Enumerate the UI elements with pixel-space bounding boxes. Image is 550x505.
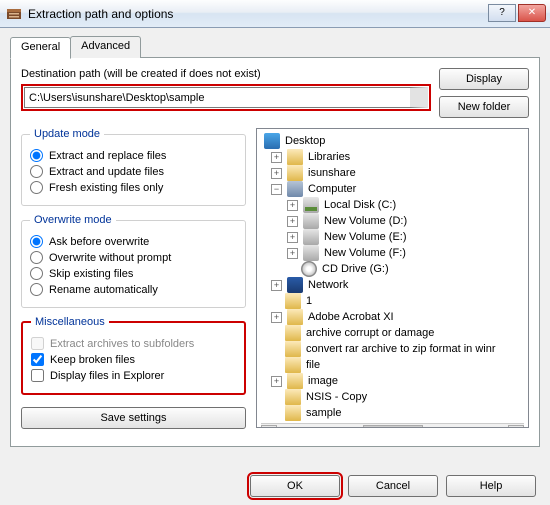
- close-button[interactable]: ✕: [518, 4, 546, 22]
- tree-drive-c[interactable]: Local Disk (C:): [322, 197, 396, 213]
- overwrite-opt-without[interactable]: Overwrite without prompt: [30, 251, 237, 264]
- expander-icon[interactable]: +: [287, 216, 298, 227]
- expander-icon[interactable]: +: [271, 376, 282, 387]
- help-button[interactable]: Help: [446, 475, 536, 497]
- expander-icon[interactable]: +: [287, 232, 298, 243]
- overwrite-mode-group: Overwrite mode Ask before overwrite Over…: [21, 214, 246, 308]
- tree-1[interactable]: 1: [304, 293, 312, 309]
- tree-nsis[interactable]: NSIS - Copy: [304, 389, 367, 405]
- tree-image[interactable]: image: [306, 373, 338, 389]
- scroll-thumb[interactable]: [363, 425, 423, 429]
- scroll-left-icon[interactable]: ◄: [261, 425, 277, 429]
- dialog-footer: OK Cancel Help: [250, 475, 536, 497]
- radio-rename-auto[interactable]: [30, 283, 43, 296]
- radio-ask-before[interactable]: [30, 235, 43, 248]
- check-keep-broken[interactable]: [31, 353, 44, 366]
- folder-icon: [287, 309, 303, 325]
- radio-extract-replace[interactable]: [30, 149, 43, 162]
- update-mode-legend: Update mode: [30, 128, 104, 140]
- display-button[interactable]: Display: [439, 68, 529, 90]
- folder-icon: [287, 149, 303, 165]
- folder-icon: [285, 389, 301, 405]
- miscellaneous-group: Miscellaneous Extract archives to subfol…: [21, 316, 246, 395]
- overwrite-opt-rename[interactable]: Rename automatically: [30, 283, 237, 296]
- radio-without-prompt[interactable]: [30, 251, 43, 264]
- tab-advanced[interactable]: Advanced: [70, 36, 141, 58]
- tree-drive-g[interactable]: CD Drive (G:): [320, 261, 389, 277]
- horizontal-scrollbar[interactable]: ◄ ►: [261, 423, 524, 428]
- tree-file[interactable]: file: [304, 357, 320, 373]
- drive-icon: [303, 229, 319, 245]
- path-highlight: [21, 84, 431, 111]
- save-settings-button[interactable]: Save settings: [21, 407, 246, 429]
- tree-drive-e[interactable]: New Volume (E:): [322, 229, 407, 245]
- window-body: General Advanced Destination path (will …: [0, 28, 550, 505]
- expander-icon[interactable]: −: [271, 184, 282, 195]
- update-opt-replace[interactable]: Extract and replace files: [30, 149, 237, 162]
- check-extract-subfolders: [31, 337, 44, 350]
- tree-convert[interactable]: convert rar archive to zip format in win…: [304, 341, 496, 357]
- tab-strip: General Advanced: [10, 36, 540, 58]
- app-icon: [6, 6, 22, 22]
- expander-icon[interactable]: +: [271, 152, 282, 163]
- folder-icon: [285, 357, 301, 373]
- scroll-right-icon[interactable]: ►: [508, 425, 524, 429]
- expander-icon[interactable]: +: [271, 168, 282, 179]
- expander-icon[interactable]: +: [287, 200, 298, 211]
- drive-icon: [303, 245, 319, 261]
- tree-network[interactable]: Network: [306, 277, 348, 293]
- folder-tree[interactable]: Desktop +Libraries +isunshare −Computer …: [256, 128, 529, 428]
- expander-icon[interactable]: +: [287, 248, 298, 259]
- desktop-icon: [264, 133, 280, 149]
- overwrite-opt-ask[interactable]: Ask before overwrite: [30, 235, 237, 248]
- tree-libraries[interactable]: Libraries: [306, 149, 350, 165]
- computer-icon: [287, 181, 303, 197]
- check-display-explorer[interactable]: [31, 369, 44, 382]
- cancel-button[interactable]: Cancel: [348, 475, 438, 497]
- misc-opt-keep-broken[interactable]: Keep broken files: [31, 353, 236, 366]
- window-controls: ? ✕: [488, 4, 546, 24]
- tree-desktop[interactable]: Desktop: [283, 133, 325, 149]
- update-mode-group: Update mode Extract and replace files Ex…: [21, 128, 246, 206]
- folder-icon: [287, 165, 303, 181]
- update-opt-fresh[interactable]: Fresh existing files only: [30, 181, 237, 194]
- cd-drive-icon: [301, 261, 317, 277]
- folder-icon: [285, 325, 301, 341]
- ok-button[interactable]: OK: [250, 475, 340, 497]
- tree-computer[interactable]: Computer: [306, 181, 356, 197]
- tree-drive-f[interactable]: New Volume (F:): [322, 245, 406, 261]
- expander-icon[interactable]: +: [271, 312, 282, 323]
- network-icon: [287, 277, 303, 293]
- destination-label: Destination path (will be created if doe…: [21, 68, 431, 80]
- new-folder-button[interactable]: New folder: [439, 96, 529, 118]
- update-opt-update[interactable]: Extract and update files: [30, 165, 237, 178]
- destination-row: Destination path (will be created if doe…: [21, 68, 529, 118]
- window-title: Extraction path and options: [28, 7, 488, 21]
- misc-opt-display-explorer[interactable]: Display files in Explorer: [31, 369, 236, 382]
- overwrite-mode-legend: Overwrite mode: [30, 214, 116, 226]
- miscellaneous-legend: Miscellaneous: [31, 316, 109, 328]
- drive-icon: [303, 213, 319, 229]
- tree-drive-d[interactable]: New Volume (D:): [322, 213, 407, 229]
- overwrite-opt-skip[interactable]: Skip existing files: [30, 267, 237, 280]
- radio-skip-existing[interactable]: [30, 267, 43, 280]
- title-bar: Extraction path and options ? ✕: [0, 0, 550, 28]
- expander-icon[interactable]: +: [271, 280, 282, 291]
- tree-sample[interactable]: sample: [304, 405, 341, 421]
- destination-path-input[interactable]: [24, 87, 428, 108]
- tree-isunshare[interactable]: isunshare: [306, 165, 356, 181]
- misc-opt-subfolders: Extract archives to subfolders: [31, 337, 236, 350]
- folder-icon: [285, 405, 301, 421]
- radio-fresh-existing[interactable]: [30, 181, 43, 194]
- radio-extract-update[interactable]: [30, 165, 43, 178]
- tree-archive-corrupt[interactable]: archive corrupt or damage: [304, 325, 434, 341]
- folder-icon: [285, 293, 301, 309]
- drive-icon: [303, 197, 319, 213]
- folder-icon: [285, 341, 301, 357]
- help-button[interactable]: ?: [488, 4, 516, 22]
- tab-panel: Destination path (will be created if doe…: [10, 57, 540, 447]
- folder-icon: [287, 373, 303, 389]
- tab-general[interactable]: General: [10, 37, 71, 59]
- tree-adobe[interactable]: Adobe Acrobat XI: [306, 309, 394, 325]
